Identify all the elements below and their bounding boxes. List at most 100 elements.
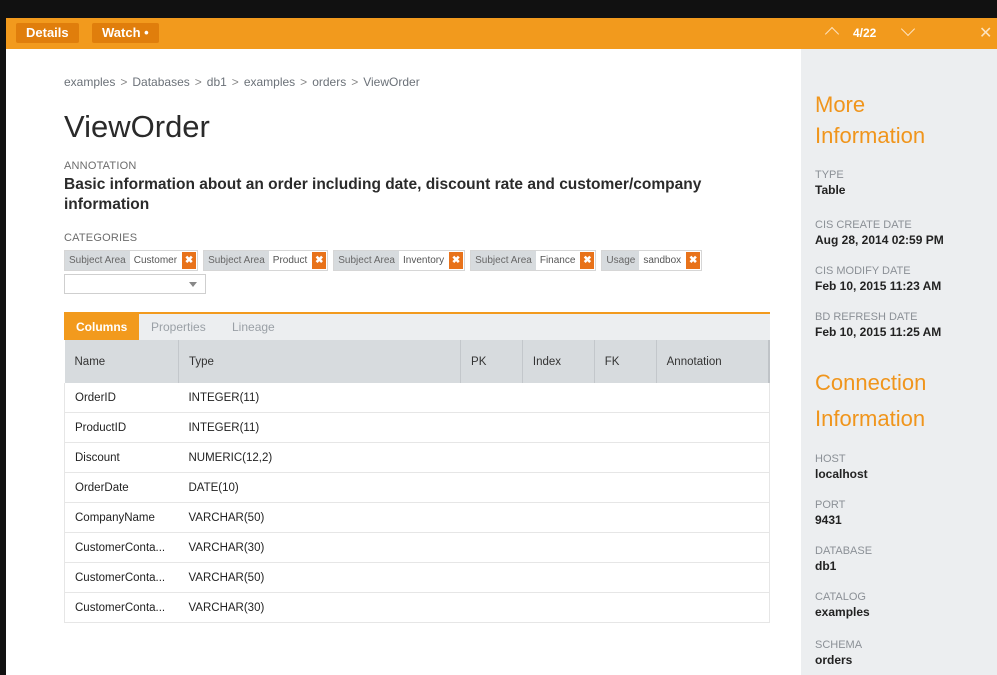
table-row[interactable]: OrderDate DATE(10) (64, 472, 770, 503)
database-label: DATABASE (815, 545, 873, 557)
cell-annotation (656, 502, 770, 533)
table-row[interactable]: CustomerConta... VARCHAR(50) (64, 562, 770, 593)
cell-fk (594, 502, 657, 533)
column-header-index[interactable]: Index (522, 340, 595, 383)
close-icon[interactable]: ✕ (979, 23, 992, 43)
table-row[interactable]: CustomerConta... VARCHAR(30) (64, 592, 770, 623)
cell-pk (460, 532, 523, 563)
column-header-fk[interactable]: FK (594, 340, 657, 383)
cell-index (522, 532, 595, 563)
cell-index (522, 502, 595, 533)
cell-pk (460, 592, 523, 623)
breadcrumb-separator: > (194, 75, 202, 89)
category-tag: Usage sandbox ✖ (601, 250, 703, 271)
database-value: db1 (815, 559, 837, 573)
cell-name: Discount (64, 442, 179, 473)
cell-annotation (656, 592, 770, 623)
remove-tag-icon[interactable]: ✖ (182, 252, 197, 269)
categories-label: CATEGORIES (64, 232, 138, 244)
type-label: TYPE (815, 169, 844, 181)
cell-index (522, 472, 595, 503)
column-header-pk[interactable]: PK (460, 340, 523, 383)
remove-tag-icon[interactable]: ✖ (312, 252, 327, 269)
tab-columns[interactable]: Columns (64, 314, 140, 340)
record-position: 4/22 (853, 26, 877, 40)
tag-key: Subject Area (471, 251, 536, 270)
table-row[interactable]: CompanyName VARCHAR(50) (64, 502, 770, 533)
page-title: ViewOrder (64, 109, 210, 144)
detail-tabs: Columns Properties Lineage (64, 312, 770, 340)
tag-key: Subject Area (204, 251, 269, 270)
cell-name: CustomerConta... (64, 562, 179, 593)
tag-value: Customer (129, 251, 182, 270)
cell-annotation (656, 412, 770, 443)
table-row[interactable]: ProductID INTEGER(11) (64, 412, 770, 443)
cell-index (522, 592, 595, 623)
cell-annotation (656, 532, 770, 563)
breadcrumb-separator: > (300, 75, 308, 89)
cell-name: ProductID (64, 412, 179, 443)
cell-fk (594, 442, 657, 473)
table-row[interactable]: Discount NUMERIC(12,2) (64, 442, 770, 473)
column-header-annotation[interactable]: Annotation (656, 340, 770, 383)
chevron-up-icon[interactable] (824, 26, 840, 42)
category-tag: Subject Area Product ✖ (203, 250, 329, 271)
breadcrumb-orders[interactable]: orders (312, 75, 346, 89)
cell-pk (460, 502, 523, 533)
cell-pk (460, 383, 523, 413)
annotation-text: Basic information about an order includi… (64, 176, 702, 213)
table-header-row: Name Type PK Index FK Annotation (64, 340, 770, 383)
table-row[interactable]: OrderID INTEGER(11) (64, 383, 770, 413)
cell-annotation (656, 383, 770, 413)
cell-type: VARCHAR(30) (178, 532, 461, 563)
breadcrumb-examples[interactable]: examples (64, 75, 115, 89)
cell-type: VARCHAR(50) (178, 502, 461, 533)
remove-tag-icon[interactable]: ✖ (686, 252, 701, 269)
tag-key: Subject Area (65, 251, 130, 270)
chevron-down-icon[interactable] (900, 21, 916, 37)
breadcrumb-db1[interactable]: db1 (207, 75, 227, 89)
cell-name: OrderID (64, 383, 179, 413)
breadcrumb-separator: > (351, 75, 359, 89)
remove-tag-icon[interactable]: ✖ (580, 252, 595, 269)
cis-create-label: CIS CREATE DATE (815, 219, 912, 231)
schema-label: SCHEMA (815, 639, 863, 651)
cell-fk (594, 412, 657, 443)
connection-title-line2: Information (815, 406, 926, 431)
cis-modify-label: CIS MODIFY DATE (815, 265, 911, 277)
breadcrumb-catalog[interactable]: examples (244, 75, 295, 89)
cell-pk (460, 442, 523, 473)
cell-index (522, 412, 595, 443)
cell-name: CustomerConta... (64, 592, 179, 623)
cell-pk (460, 412, 523, 443)
column-header-name[interactable]: Name (64, 340, 179, 383)
tag-value: Finance (535, 251, 580, 270)
breadcrumb-databases[interactable]: Databases (132, 75, 189, 89)
catalog-value: examples (815, 605, 870, 619)
tab-properties[interactable]: Properties (151, 314, 206, 340)
category-tag: Subject Area Inventory ✖ (333, 250, 466, 271)
column-header-type[interactable]: Type (178, 340, 462, 383)
breadcrumb-separator: > (231, 75, 239, 89)
table-row[interactable]: CustomerConta... VARCHAR(30) (64, 532, 770, 563)
cell-fk (594, 562, 657, 593)
tag-key: Subject Area (334, 251, 399, 270)
watch-button[interactable]: Watch • (92, 23, 159, 43)
cell-annotation (656, 562, 770, 593)
cell-annotation (656, 472, 770, 503)
remove-tag-icon[interactable]: ✖ (449, 252, 464, 269)
category-select[interactable] (64, 274, 206, 294)
cis-modify-value: Feb 10, 2015 11:23 AM (815, 279, 942, 293)
caret-down-icon (189, 282, 197, 287)
cell-pk (460, 472, 523, 503)
details-button[interactable]: Details (16, 23, 79, 43)
category-tag: Subject Area Finance ✖ (470, 250, 597, 271)
schema-value: orders (815, 653, 853, 667)
catalog-label: CATALOG (815, 591, 866, 603)
tab-lineage[interactable]: Lineage (232, 314, 275, 340)
cell-index (522, 442, 595, 473)
cell-type: DATE(10) (178, 472, 461, 503)
tag-key: Usage (602, 251, 640, 270)
cell-name: OrderDate (64, 472, 179, 503)
cell-type: INTEGER(11) (178, 412, 461, 443)
